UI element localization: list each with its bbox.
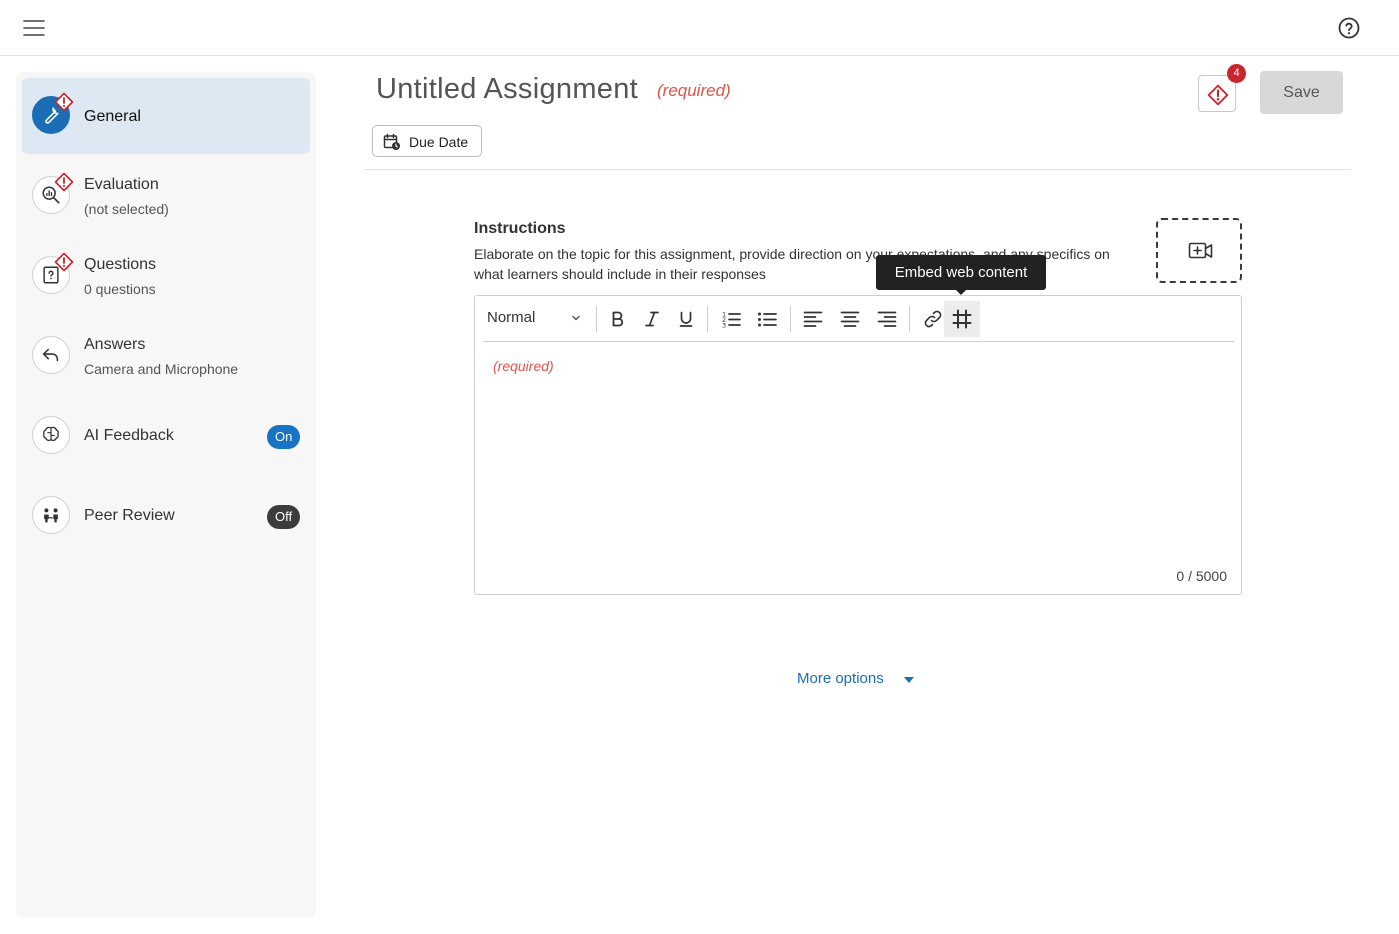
sidebar-item-label: General [84, 108, 141, 125]
status-badge-off: Off [267, 505, 301, 529]
warning-icon [54, 92, 74, 112]
editor-placeholder: (required) [493, 358, 554, 374]
issues-count-badge: 4 [1227, 64, 1246, 83]
video-add-icon [1188, 242, 1213, 259]
save-button[interactable]: Save [1260, 71, 1343, 114]
bold-icon [612, 311, 624, 327]
hamburger-icon[interactable] [22, 16, 46, 40]
tooltip-arrow [955, 289, 967, 295]
warning-icon [54, 252, 74, 272]
align-center-button[interactable] [832, 301, 868, 337]
toolbar-separator [707, 306, 708, 332]
embed-tooltip: Embed web content [876, 255, 1046, 290]
italic-button[interactable] [634, 301, 670, 337]
header-divider [364, 169, 1351, 170]
due-date-label: Due Date [409, 134, 469, 150]
toolbar-separator [596, 306, 597, 332]
help-circle-icon[interactable] [1337, 16, 1361, 40]
bold-button[interactable] [600, 301, 636, 337]
embed-web-content-button[interactable] [944, 301, 980, 337]
italic-icon [645, 311, 659, 327]
sidebar-item-label: Evaluation [84, 176, 159, 193]
align-left-icon [803, 311, 823, 327]
sidebar-item-questions[interactable]: Questions 0 questions [22, 238, 310, 314]
title-required-hint: (required) [657, 81, 731, 100]
reply-arrow-icon [32, 336, 70, 374]
sidebar-item-label: Peer Review [84, 507, 175, 524]
toolbar-separator [909, 306, 910, 332]
people-icon [32, 496, 70, 534]
toolbar-separator [790, 306, 791, 332]
numbered-list-button[interactable]: 123 [713, 301, 749, 337]
svg-text:3: 3 [722, 322, 726, 329]
warning-icon [1207, 84, 1229, 106]
character-counter: 0 / 5000 [1176, 568, 1227, 584]
editor-toolbar: Normal 123 [483, 296, 1234, 342]
instructions-editor[interactable]: Normal 123 (required) 0 / 5000 [474, 295, 1242, 595]
calendar-clock-icon [383, 133, 400, 150]
sidebar-item-label: Answers [84, 336, 146, 353]
top-bar [0, 0, 1399, 56]
brain-icon [32, 416, 70, 454]
bullet-list-icon [758, 312, 777, 327]
more-options-label: More options [797, 670, 884, 687]
sidebar-item-subtitle: Camera and Microphone [84, 361, 239, 377]
assignment-title[interactable]: Untitled Assignment [376, 73, 638, 106]
embed-frame-icon [952, 309, 972, 329]
sidebar-item-evaluation[interactable]: Evaluation (not selected) [22, 158, 310, 234]
status-badge-on: On [267, 425, 301, 449]
caret-down-icon [904, 677, 914, 683]
format-select[interactable]: Normal [487, 309, 587, 329]
sidebar-item-label: Questions [84, 256, 157, 273]
add-media-button[interactable] [1156, 218, 1242, 283]
due-date-button[interactable]: Due Date [372, 125, 482, 157]
link-icon [924, 310, 942, 328]
sidebar-item-general[interactable]: General [22, 78, 310, 154]
sidebar: General Evaluation (not selected) Questi… [16, 72, 316, 918]
align-right-button[interactable] [869, 301, 905, 337]
sidebar-item-subtitle: 0 questions [84, 281, 156, 297]
numbered-list-icon: 123 [722, 311, 741, 329]
underline-button[interactable] [668, 301, 704, 337]
bullet-list-button[interactable] [749, 301, 785, 337]
instructions-label: Instructions [474, 220, 566, 237]
align-right-icon [877, 311, 897, 327]
underline-icon [679, 311, 693, 327]
align-left-button[interactable] [795, 301, 831, 337]
format-select-value: Normal [487, 309, 536, 326]
sidebar-item-subtitle: (not selected) [84, 201, 169, 217]
sidebar-item-peer-review[interactable]: Peer Review Off [22, 478, 310, 554]
sidebar-item-answers[interactable]: Answers Camera and Microphone [22, 318, 310, 394]
chevron-down-icon [572, 315, 580, 321]
align-center-icon [840, 311, 860, 327]
sidebar-item-ai-feedback[interactable]: AI Feedback On [22, 398, 310, 474]
warning-icon [54, 172, 74, 192]
sidebar-item-label: AI Feedback [84, 427, 174, 444]
more-options-link[interactable]: More options [797, 670, 914, 687]
